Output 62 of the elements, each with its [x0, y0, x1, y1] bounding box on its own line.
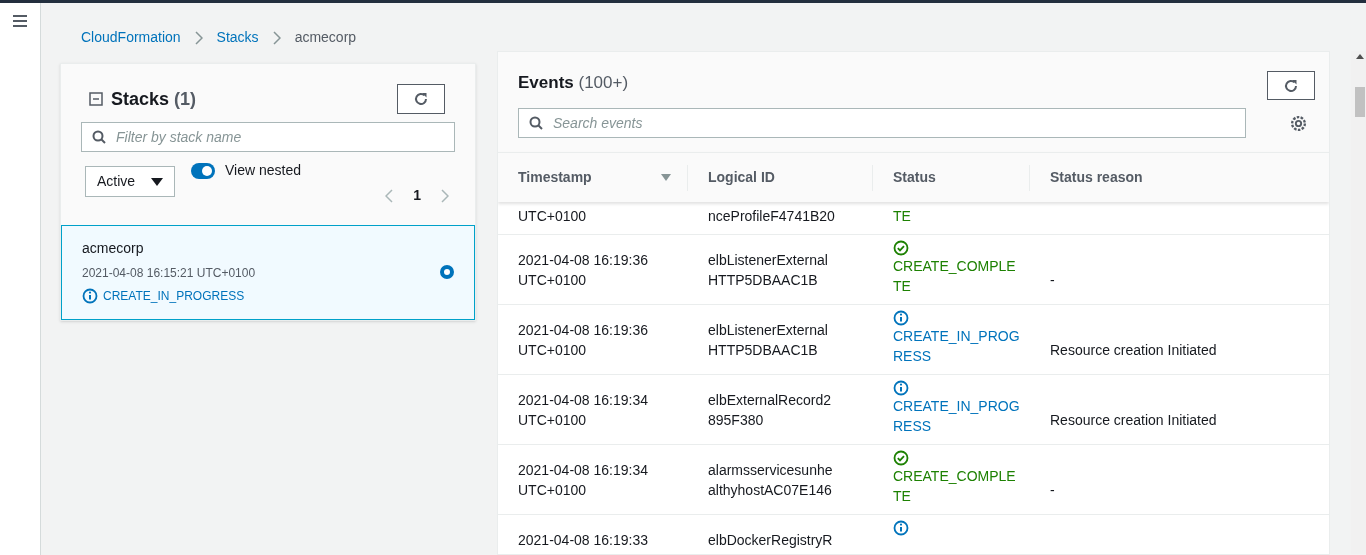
settings-icon[interactable]	[1290, 114, 1307, 132]
status-cell-text: TE	[893, 207, 912, 226]
breadcrumb-link[interactable]: CloudFormation	[81, 27, 181, 48]
sort-icon[interactable]	[661, 174, 671, 181]
logical-id-cell-text: alarmsservicesunhe althyhostAC07E146	[708, 461, 834, 500]
refresh-icon	[413, 91, 429, 107]
logical-id-cell-text: elbExternalRecord2 895F380	[708, 391, 832, 430]
status-reason-cell: -	[1050, 482, 1055, 498]
menu-icon[interactable]	[13, 15, 27, 27]
search-field[interactable]: Search events	[518, 108, 1246, 138]
toggle-label: View nested	[225, 161, 301, 180]
panel-title: Events (100+)	[518, 72, 629, 94]
logical-id-cell-text: nceProfileF4741B20	[708, 207, 836, 226]
status-cell-text: CREATE_IN_PROG RESS	[893, 397, 1021, 436]
check-circle-icon	[893, 240, 909, 256]
status-reason-cell: Resource creation Initiated	[1050, 342, 1217, 358]
scroll-up-icon[interactable]	[1356, 54, 1364, 59]
info-icon	[893, 310, 909, 326]
status-reason-cell: Resource creation Initiated	[1050, 412, 1217, 428]
refresh-button[interactable]	[397, 84, 445, 114]
caret-icon	[151, 177, 163, 186]
status-cell-text: CREATE_COMPLE TE	[893, 467, 1017, 506]
breadcrumb-current: acmecorp	[294, 28, 357, 47]
info-icon	[893, 520, 909, 536]
panel-title: Stacks (1)	[111, 87, 197, 111]
timestamp-cell-text: UTC+0100	[518, 207, 588, 226]
view-nested-toggle[interactable]	[191, 162, 215, 179]
page-number[interactable]: 1	[413, 185, 421, 206]
status-cell-text: CREATE_IN_PROG RESS	[893, 327, 1021, 366]
timestamp-cell-text: 2021-04-08 16:19:36 UTC+0100	[518, 251, 649, 290]
chevron-icon	[194, 30, 203, 45]
column-header[interactable]: Status reason	[1050, 167, 1143, 188]
timestamp-cell-text: 2021-04-08 16:19:36 UTC+0100	[518, 321, 649, 360]
refresh-icon	[1283, 77, 1299, 94]
column-header[interactable]: Logical ID	[708, 167, 775, 188]
logical-id-cell-text: elbListenerExternal HTTP5DBAAC1B	[708, 321, 829, 360]
chevron-icon	[272, 30, 281, 45]
timestamp-cell-text: 2021-04-08 16:19:34 UTC+0100	[518, 461, 649, 500]
search-icon	[529, 116, 543, 130]
logical-id-cell-text: elbDockerRegistryR	[708, 531, 834, 550]
stack-item[interactable]: acmecorp 2021-04-08 16:15:21 UTC+0100 CREATE_IN_PROGRESS	[61, 225, 475, 320]
info-icon	[82, 288, 98, 304]
search-icon	[92, 130, 106, 144]
logical-id-cell-text: elbListenerExternal HTTP5DBAAC1B	[708, 251, 829, 290]
refresh-button[interactable]	[1267, 71, 1315, 100]
column-header[interactable]: Status	[893, 167, 936, 188]
status-cell-text: CREATE_COMPLE TE	[893, 257, 1017, 296]
scrollbar-thumb[interactable]	[1355, 87, 1365, 117]
breadcrumb-link[interactable]: Stacks	[216, 27, 259, 48]
timestamp-cell-text: 2021-04-08 16:19:34 UTC+0100	[518, 391, 649, 430]
timestamp-cell-text: 2021-04-08 16:19:33	[518, 531, 649, 550]
status-reason-cell: -	[1050, 272, 1055, 288]
filter-field[interactable]: Filter by stack name	[81, 122, 455, 152]
stack-date: 2021-04-08 16:15:21 UTC+0100	[82, 265, 256, 282]
stack-name: acmecorp	[82, 239, 145, 258]
status-dropdown[interactable]: Active	[85, 166, 175, 197]
radio-button[interactable]	[440, 264, 454, 279]
check-circle-icon	[893, 450, 909, 466]
info-icon	[893, 380, 909, 396]
collapse-icon[interactable]	[89, 92, 103, 106]
column-header[interactable]: Timestamp	[518, 167, 592, 188]
stack-status: CREATE_IN_PROGRESS	[103, 288, 245, 305]
